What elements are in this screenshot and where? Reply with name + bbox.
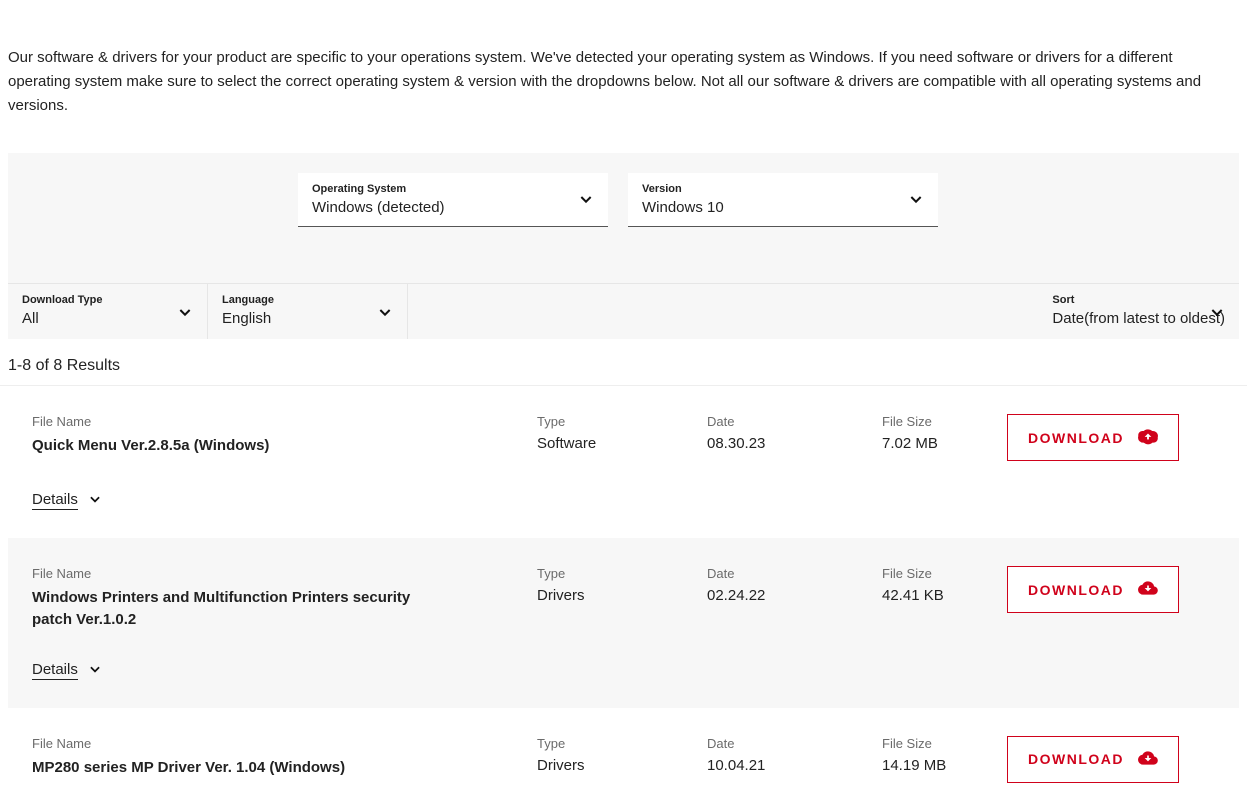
version-label: Version [642, 183, 924, 195]
details-toggle[interactable]: Details [32, 491, 102, 510]
type-value: Drivers [537, 757, 707, 774]
size-header: File Size [882, 414, 1007, 429]
download-button-label: DOWNLOAD [1028, 430, 1124, 446]
results-count: 1-8 of 8 Results [0, 339, 1247, 386]
version-select[interactable]: Version Windows 10 [628, 173, 938, 227]
version-value: Windows 10 [642, 199, 924, 216]
chevron-down-icon [578, 191, 594, 210]
date-value: 02.24.22 [707, 587, 882, 604]
details-label: Details [32, 661, 78, 680]
chevron-down-icon [88, 662, 102, 679]
sort-value: Date(from latest to oldest) [1052, 310, 1225, 327]
size-value: 42.41 KB [882, 587, 1007, 604]
download-button[interactable]: DOWNLOAD [1007, 414, 1179, 461]
cloud-download-icon [1138, 426, 1158, 449]
filename-header: File Name [32, 566, 537, 581]
type-header: Type [537, 414, 707, 429]
size-value: 7.02 MB [882, 435, 1007, 452]
date-header: Date [707, 414, 882, 429]
size-value: 14.19 MB [882, 757, 1007, 774]
filename-value: Windows Printers and Multifunction Print… [32, 587, 432, 631]
filename-value: MP280 series MP Driver Ver. 1.04 (Window… [32, 757, 432, 779]
download-button-label: DOWNLOAD [1028, 751, 1124, 767]
download-type-select[interactable]: Download Type All [8, 284, 208, 339]
download-button[interactable]: DOWNLOAD [1007, 736, 1179, 783]
secondary-filter-bar: Download Type All Language English Sort … [8, 283, 1239, 339]
date-value: 10.04.21 [707, 757, 882, 774]
cloud-download-icon [1138, 748, 1158, 771]
type-value: Software [537, 435, 707, 452]
date-header: Date [707, 566, 882, 581]
filename-header: File Name [32, 414, 537, 429]
date-header: Date [707, 736, 882, 751]
language-value: English [222, 310, 393, 327]
download-type-value: All [22, 310, 193, 327]
chevron-down-icon [908, 191, 924, 210]
chevron-down-icon [1209, 304, 1225, 323]
sort-label: Sort [1052, 294, 1225, 306]
result-item: File Name Quick Menu Ver.2.8.5a (Windows… [8, 386, 1239, 538]
download-button[interactable]: DOWNLOAD [1007, 566, 1179, 613]
type-header: Type [537, 736, 707, 751]
os-select[interactable]: Operating System Windows (detected) [298, 173, 608, 227]
size-header: File Size [882, 736, 1007, 751]
filename-value: Quick Menu Ver.2.8.5a (Windows) [32, 435, 432, 457]
cloud-download-icon [1138, 578, 1158, 601]
intro-paragraph: Our software & drivers for your product … [0, 0, 1247, 118]
details-toggle[interactable]: Details [32, 661, 102, 680]
chevron-down-icon [177, 304, 193, 323]
chevron-down-icon [377, 304, 393, 323]
os-label: Operating System [312, 183, 594, 195]
primary-filter-bar: Operating System Windows (detected) Vers… [8, 153, 1239, 283]
download-type-label: Download Type [22, 294, 193, 306]
sort-select[interactable]: Sort Date(from latest to oldest) [1038, 284, 1239, 339]
date-value: 08.30.23 [707, 435, 882, 452]
filename-header: File Name [32, 736, 537, 751]
details-label: Details [32, 491, 78, 510]
chevron-down-icon [88, 492, 102, 509]
language-label: Language [222, 294, 393, 306]
type-value: Drivers [537, 587, 707, 604]
size-header: File Size [882, 566, 1007, 581]
type-header: Type [537, 566, 707, 581]
result-item: File Name Windows Printers and Multifunc… [8, 538, 1239, 708]
result-item: File Name MP280 series MP Driver Ver. 1.… [8, 708, 1239, 811]
language-select[interactable]: Language English [208, 284, 408, 339]
download-button-label: DOWNLOAD [1028, 582, 1124, 598]
os-value: Windows (detected) [312, 199, 594, 216]
